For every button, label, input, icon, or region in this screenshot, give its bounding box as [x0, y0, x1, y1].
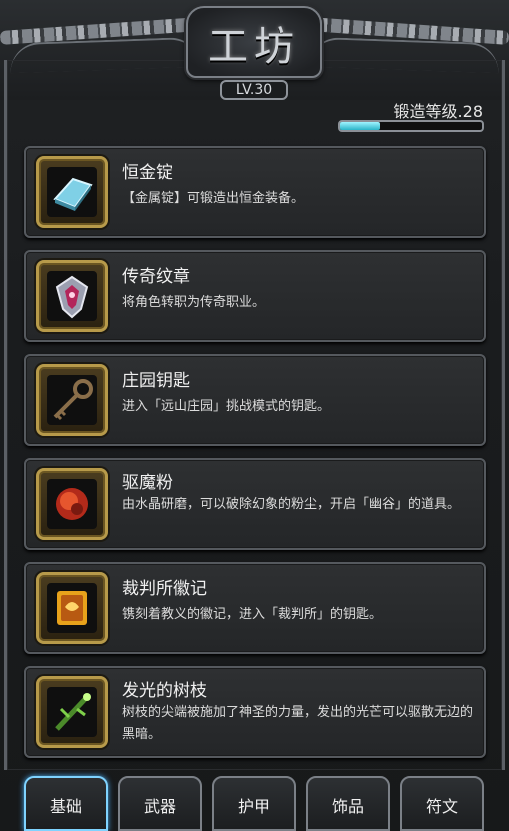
item-icon-frame [36, 572, 108, 644]
forge-level-label: 锻造等级.28 [393, 102, 483, 121]
forge-progress-fill [340, 122, 380, 130]
tab-weapon[interactable]: 武器 [118, 776, 202, 831]
list-item[interactable]: 发光的树枝 树枝的尖端被施加了神圣的力量，发出的光芒可以驱散无边的黑暗。 [24, 666, 486, 758]
tab-basic[interactable]: 基础 [24, 776, 108, 831]
list-item[interactable]: 传奇纹章 将角色转职为传奇职业。 [24, 250, 486, 342]
item-description: 【金属锭】可锻造出恒金装备。 [122, 191, 305, 206]
list-item[interactable]: 裁判所徽记 镌刻着教义的徽记，进入「裁判所」的钥匙。 [24, 562, 486, 654]
recipe-list: 恒金锭 【金属锭】可锻造出恒金装备。 传奇纹章 将角色转职为传奇职业。 庄园钥匙… [24, 146, 486, 770]
tab-accessory[interactable]: 饰品 [306, 776, 390, 831]
crest-icon [47, 271, 97, 321]
tab-armor[interactable]: 护甲 [212, 776, 296, 831]
item-icon-frame [36, 260, 108, 332]
page-title: 工坊 [208, 24, 300, 70]
item-description: 将角色转职为传奇职业。 [122, 295, 266, 310]
item-icon-frame [36, 676, 108, 748]
emblem-icon [47, 583, 97, 633]
list-item[interactable]: 庄园钥匙 进入「远山庄园」挑战模式的钥匙。 [24, 354, 486, 446]
key-icon [47, 375, 97, 425]
list-item[interactable]: 恒金锭 【金属锭】可锻造出恒金装备。 [24, 146, 486, 238]
list-item[interactable]: 驱魔粉 由水晶研磨，可以破除幻象的粉尘，开启「幽谷」的道具。 [24, 458, 486, 550]
item-name: 驱魔粉 [122, 473, 173, 493]
item-icon-frame [36, 468, 108, 540]
category-tabs: 基础 武器 护甲 饰品 符文 [24, 776, 494, 831]
workshop-window: 工坊 LV.30 锻造等级.28 恒金锭 【金属锭】可锻造出恒金装备。 传奇纹章… [0, 0, 509, 831]
item-description: 镌刻着教义的徽记，进入「裁判所」的钥匙。 [122, 607, 383, 622]
item-name: 发光的树枝 [122, 681, 207, 701]
item-name: 恒金锭 [122, 163, 173, 183]
item-name: 传奇纹章 [122, 267, 190, 287]
item-icon-frame [36, 156, 108, 228]
item-description: 进入「远山庄园」挑战模式的钥匙。 [122, 399, 331, 414]
tab-rune[interactable]: 符文 [400, 776, 484, 831]
item-description: 树枝的尖端被施加了神圣的力量，发出的光芒可以驱散无边的黑暗。 [122, 705, 474, 742]
item-description: 由水晶研磨，可以破除幻象的粉尘，开启「幽谷」的道具。 [122, 497, 461, 512]
level-badge: LV.30 [220, 80, 288, 100]
ingot-icon [47, 167, 97, 217]
branch-icon [47, 687, 97, 737]
item-name: 庄园钥匙 [122, 371, 190, 391]
item-icon-frame [36, 364, 108, 436]
item-name: 裁判所徽记 [122, 579, 207, 599]
forge-progress-bar [338, 120, 484, 132]
powder-icon [47, 479, 97, 529]
